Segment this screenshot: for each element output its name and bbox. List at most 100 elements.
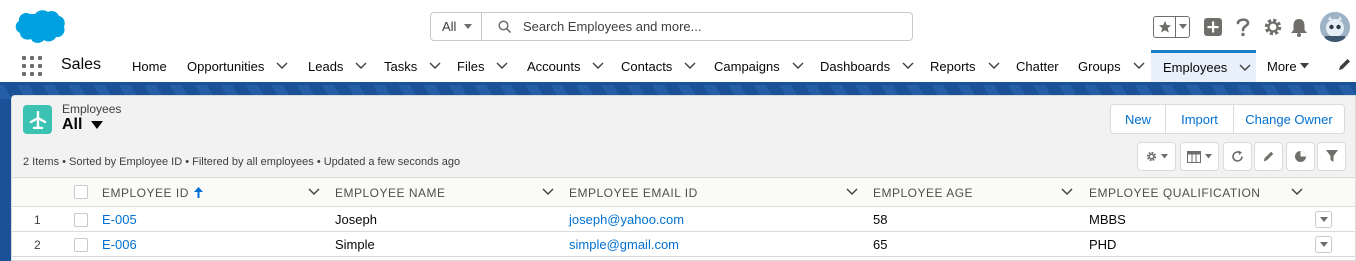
nav-item-opportunities[interactable]: Opportunities: [187, 50, 288, 82]
list-view-picker[interactable]: All: [62, 116, 104, 134]
chevron-down-icon[interactable]: [1176, 24, 1189, 30]
nav-item-label: Home: [132, 58, 167, 74]
nav-item-groups[interactable]: Groups: [1078, 50, 1145, 82]
row-checkbox[interactable]: [74, 238, 88, 252]
change-owner-button[interactable]: Change Owner: [1234, 105, 1344, 133]
list-view-name: All: [62, 116, 83, 133]
column-header-label: EMPLOYEE AGE: [873, 185, 974, 200]
employee-email-link[interactable]: joseph@yahoo.com: [569, 207, 684, 232]
filters-button[interactable]: [1317, 142, 1346, 171]
salesforce-logo[interactable]: [14, 9, 66, 45]
nav-item-label: Files: [457, 58, 485, 74]
nav-item-label: Contacts: [621, 58, 673, 74]
employee-qualification-cell: PHD: [1089, 237, 1117, 252]
nav-item-label: More: [1267, 58, 1297, 74]
employee-id-link[interactable]: E-005: [102, 207, 137, 232]
app-launcher-icon[interactable]: [22, 56, 42, 76]
chevron-down-icon[interactable]: [902, 62, 914, 70]
gear-icon[interactable]: [1260, 14, 1286, 40]
employee-qualification-cell: MBBS: [1089, 212, 1126, 227]
row-number: 2: [34, 237, 41, 252]
column-header-employee-email-id[interactable]: EMPLOYEE EMAIL ID: [569, 178, 698, 207]
chevron-down-icon[interactable]: [496, 62, 508, 70]
chevron-down-icon[interactable]: [792, 62, 804, 70]
employee-id-link[interactable]: E-006: [102, 232, 137, 257]
nav-item-tasks[interactable]: Tasks: [384, 50, 441, 82]
header-utility-icons: [1153, 12, 1350, 42]
notifications-bell-icon[interactable]: [1286, 14, 1312, 40]
chevron-down-icon[interactable]: [542, 188, 554, 196]
column-header-label: EMPLOYEE QUALIFICATION: [1089, 185, 1261, 200]
list-view-controls-button[interactable]: [1137, 142, 1176, 171]
chevron-down-icon[interactable]: [1133, 62, 1145, 70]
nav-item-label: Opportunities: [187, 58, 265, 74]
chevron-down-icon[interactable]: [355, 62, 367, 70]
nav-item-reports[interactable]: Reports: [930, 50, 1000, 82]
chevron-down-icon[interactable]: [846, 188, 858, 196]
edit-nav-pencil-icon[interactable]: [1337, 57, 1352, 72]
nav-item-label: Employees: [1163, 60, 1228, 75]
column-header-label: EMPLOYEE NAME: [335, 185, 446, 200]
nav-item-home[interactable]: Home: [132, 50, 167, 82]
inline-edit-button[interactable]: [1254, 142, 1283, 171]
column-header-employee-name[interactable]: EMPLOYEE NAME: [335, 178, 446, 207]
select-all-checkbox[interactable]: [74, 185, 88, 199]
charts-button[interactable]: [1286, 142, 1315, 171]
chevron-down-icon[interactable]: [1061, 188, 1073, 196]
nav-item-files[interactable]: Files: [457, 50, 508, 82]
nav-item-employees[interactable]: Employees: [1151, 50, 1256, 82]
nav-item-contacts[interactable]: Contacts: [621, 50, 696, 82]
refresh-button[interactable]: [1223, 142, 1252, 171]
list-view-card: Employees All New Import Change Owner 2 …: [11, 95, 1356, 261]
nav-item-more[interactable]: More: [1267, 50, 1309, 82]
table-header: EMPLOYEE ID EMPLOYEE NAME EMPLOYEE EMAIL…: [12, 178, 1355, 207]
nav-item-label: Groups: [1078, 58, 1121, 74]
display-as-button[interactable]: [1180, 142, 1219, 171]
nav-item-chatter[interactable]: Chatter: [1016, 50, 1059, 82]
nav-item-label: Accounts: [527, 58, 581, 74]
row-checkbox[interactable]: [74, 213, 88, 227]
caret-down-icon: [1299, 63, 1309, 69]
pie-chart-icon: [1295, 151, 1306, 162]
global-actions-icon[interactable]: [1200, 14, 1226, 40]
star-icon[interactable]: [1154, 17, 1176, 37]
import-button[interactable]: Import: [1166, 105, 1234, 133]
column-header-employee-id[interactable]: EMPLOYEE ID: [102, 178, 203, 207]
global-header: All: [0, 0, 1356, 50]
caret-down-icon: [1160, 154, 1168, 159]
chevron-down-icon[interactable]: [429, 62, 441, 70]
nav-item-label: Dashboards: [820, 58, 891, 74]
favorites-button[interactable]: [1153, 16, 1190, 38]
nav-item-label: Tasks: [384, 58, 418, 74]
nav-item-accounts[interactable]: Accounts: [527, 50, 604, 82]
nav-item-leads[interactable]: Leads: [308, 50, 367, 82]
chevron-down-icon[interactable]: [1291, 188, 1303, 196]
employee-age-cell: 65: [873, 237, 888, 252]
row-actions-button[interactable]: [1315, 236, 1332, 253]
help-icon[interactable]: [1230, 14, 1256, 40]
new-button[interactable]: New: [1111, 105, 1166, 133]
row-number: 1: [34, 212, 41, 227]
user-avatar[interactable]: [1320, 12, 1350, 42]
chevron-down-icon[interactable]: [684, 62, 696, 70]
chevron-down-icon[interactable]: [592, 62, 604, 70]
chevron-down-icon[interactable]: [308, 188, 320, 196]
nav-item-dashboards[interactable]: Dashboards: [820, 50, 914, 82]
chevron-down-icon[interactable]: [1239, 64, 1251, 72]
employee-email-link[interactable]: simple@gmail.com: [569, 232, 679, 257]
caret-down-icon: [1205, 154, 1212, 159]
employee-name-cell: Simple: [335, 237, 375, 252]
nav-item-label: Chatter: [1016, 58, 1059, 74]
column-header-employee-qualification[interactable]: EMPLOYEE QUALIFICATION: [1089, 178, 1260, 207]
search-icon: [498, 20, 511, 33]
chevron-down-icon[interactable]: [988, 62, 1000, 70]
nav-item-campaigns[interactable]: Campaigns: [714, 50, 804, 82]
chevron-down-icon[interactable]: [276, 62, 288, 70]
search-scope-dropdown[interactable]: All: [431, 13, 482, 40]
row-actions-button[interactable]: [1315, 211, 1332, 228]
column-header-label: EMPLOYEE ID: [102, 185, 189, 200]
pencil-icon: [1263, 151, 1274, 162]
search-input[interactable]: [523, 19, 903, 34]
column-header-employee-age[interactable]: EMPLOYEE AGE: [873, 178, 973, 207]
caret-down-icon: [1319, 217, 1328, 222]
